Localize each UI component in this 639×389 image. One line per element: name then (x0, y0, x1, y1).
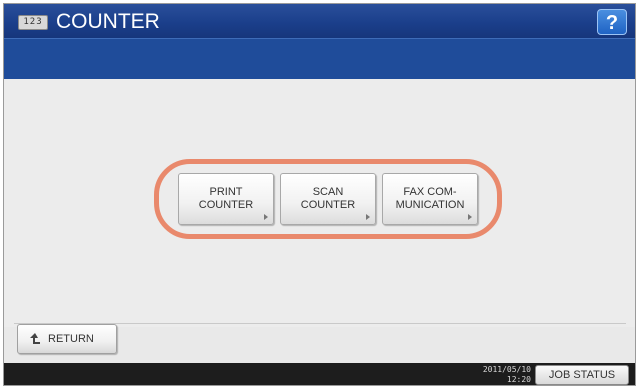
print-counter-line2: COUNTER (198, 199, 254, 211)
fax-communication-line2: MUNICATION (395, 199, 465, 211)
job-status-button[interactable]: JOB STATUS (535, 365, 629, 385)
date-time: 2011/05/10 12:20 (483, 365, 531, 385)
fax-communication-line1: FAX COM- (403, 186, 457, 198)
scan-counter-button[interactable]: SCAN COUNTER (280, 173, 376, 225)
sub-header-bar (4, 38, 635, 79)
time-text: 12:20 (506, 375, 531, 384)
main-panel: PRINT COUNTER SCAN COUNTER FAX COM- MUNI… (4, 79, 635, 327)
counter-screen: 123 COUNTER ? PRINT COUNTER SCAN COUNTER… (3, 3, 636, 386)
title-bar: 123 COUNTER ? (4, 4, 635, 38)
print-counter-button[interactable]: PRINT COUNTER (178, 173, 274, 225)
page-title: COUNTER (56, 10, 160, 33)
status-bar: 2011/05/10 12:20 JOB STATUS (4, 363, 635, 385)
return-label: RETURN (48, 333, 94, 345)
arrow-right-icon (264, 214, 268, 220)
scan-counter-line1: SCAN (312, 186, 344, 198)
arrow-right-icon (366, 214, 370, 220)
print-counter-line1: PRINT (209, 186, 243, 198)
return-arrow-icon (30, 333, 40, 344)
arrow-right-icon (468, 214, 472, 220)
help-button[interactable]: ? (597, 9, 627, 35)
counter-icon: 123 (18, 15, 48, 30)
fax-communication-button[interactable]: FAX COM- MUNICATION (382, 173, 478, 225)
return-button[interactable]: RETURN (17, 324, 117, 354)
scan-counter-line2: COUNTER (300, 199, 356, 211)
date-text: 2011/05/10 (482, 365, 531, 374)
